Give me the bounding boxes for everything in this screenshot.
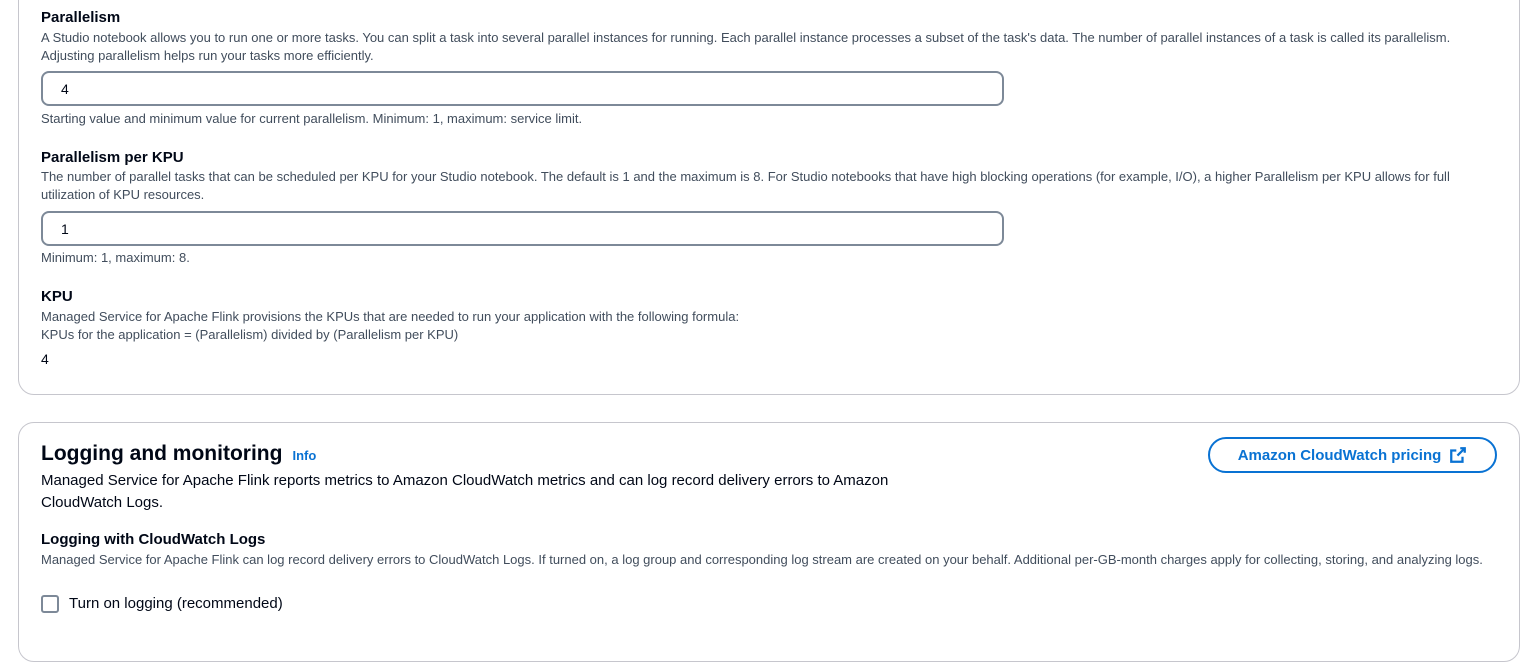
logging-checkbox-row[interactable]: Turn on logging (recommended)	[41, 593, 283, 615]
cloudwatch-logs-description: Managed Service for Apache Flink can log…	[41, 552, 1483, 567]
cloudwatch-logs-label: Logging with CloudWatch Logs	[41, 531, 266, 548]
parallelism-per-kpu-input[interactable]	[41, 211, 1004, 246]
parallelism-label: Parallelism	[41, 9, 121, 26]
parallelism-per-kpu-hint: Minimum: 1, maximum: 8.	[41, 250, 190, 265]
kpu-value: 4	[41, 351, 49, 367]
parallelism-description: A Studio notebook allows you to run one …	[41, 30, 1451, 63]
cloudwatch-pricing-button[interactable]: Amazon CloudWatch pricing	[1208, 437, 1497, 473]
parallelism-input[interactable]	[41, 71, 1004, 106]
cloudwatch-pricing-label: Amazon CloudWatch pricing	[1237, 446, 1442, 464]
parallelism-per-kpu-label: Parallelism per KPU	[41, 149, 184, 166]
kpu-label: KPU	[41, 288, 73, 305]
logging-checkbox-label[interactable]: Turn on logging (recommended)	[69, 593, 283, 615]
info-link[interactable]: Info	[292, 448, 316, 463]
kpu-description-line1: Managed Service for Apache Flink provisi…	[41, 309, 740, 324]
logging-monitoring-header: Logging and monitoring Info	[41, 441, 316, 467]
parallelism-hint: Starting value and minimum value for cur…	[41, 111, 583, 126]
parallelism-per-kpu-description: The number of parallel tasks that can be…	[41, 169, 1450, 202]
logging-checkbox[interactable]	[41, 595, 59, 613]
kpu-description-line2: KPUs for the application = (Parallelism)…	[41, 327, 459, 342]
section-title: Logging and monitoring	[41, 442, 283, 465]
external-link-icon	[1449, 446, 1467, 464]
logging-monitoring-description: Managed Service for Apache Flink reports…	[41, 472, 889, 511]
